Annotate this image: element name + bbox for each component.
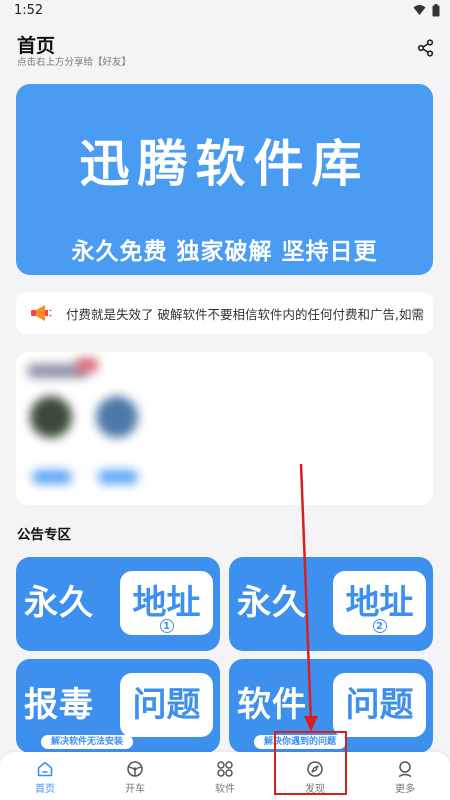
notice-bar[interactable]: 付费就是失效了 破解软件不要相信软件内的任何付费和广告,如需 bbox=[16, 292, 433, 334]
nav-item-software[interactable]: 软件 bbox=[180, 756, 270, 796]
tile-left-word: 软件 bbox=[237, 685, 307, 725]
tile-left-word: 永久 bbox=[237, 583, 307, 623]
tile-left-word: 永久 bbox=[24, 583, 94, 623]
nav-item-drive[interactable]: 开车 bbox=[90, 756, 180, 796]
notice-text: 付费就是失效了 破解软件不要相信软件内的任何付费和广告,如需 bbox=[66, 307, 424, 322]
nav-item-home[interactable]: 首页 bbox=[0, 756, 90, 796]
status-bar: 1:52 bbox=[0, 0, 450, 22]
announcement-tile-virus-issue[interactable]: 报毒 问题 解决软件无法安装 bbox=[16, 659, 220, 753]
banner-title: 迅腾软件库 bbox=[79, 135, 370, 193]
page-subtitle: 点击右上方分享给【好友】 bbox=[17, 57, 132, 68]
megaphone-icon bbox=[31, 305, 52, 321]
share-button[interactable] bbox=[416, 38, 436, 58]
person-icon bbox=[398, 761, 412, 778]
tile-box-word: 地址 bbox=[132, 583, 201, 623]
nav-item-more[interactable]: 更多 bbox=[360, 756, 450, 796]
app-icon-1[interactable] bbox=[30, 396, 72, 438]
home-icon bbox=[37, 761, 53, 777]
tile-number: 2 bbox=[372, 619, 387, 633]
tile-box: 问题 bbox=[120, 673, 213, 737]
app-download-button-2[interactable] bbox=[98, 470, 138, 484]
tile-box-word: 问题 bbox=[132, 685, 201, 725]
tile-left-word: 报毒 bbox=[24, 685, 94, 725]
battery-icon bbox=[432, 4, 440, 17]
tile-box-word: 问题 bbox=[345, 685, 414, 725]
announcement-tile-address-2[interactable]: 永久 地址 2 bbox=[229, 557, 433, 651]
tile-caption: 解决软件无法安装 bbox=[41, 735, 134, 749]
wifi-icon bbox=[413, 5, 426, 15]
tile-box: 地址 2 bbox=[333, 571, 426, 635]
annotation-highlight-box bbox=[274, 731, 347, 795]
nav-label-more: 更多 bbox=[395, 784, 415, 795]
apps-grid-icon bbox=[217, 761, 233, 777]
share-icon bbox=[417, 39, 434, 57]
tile-box: 地址 1 bbox=[120, 571, 213, 635]
status-time: 1:52 bbox=[14, 3, 44, 18]
app-download-button-1[interactable] bbox=[32, 470, 72, 484]
banner-slogan: 永久免费 独家破解 坚持日更 bbox=[71, 239, 378, 265]
announcement-tile-address-1[interactable]: 永久 地址 1 bbox=[16, 557, 220, 651]
tile-box: 问题 bbox=[333, 673, 426, 737]
status-icons bbox=[413, 4, 440, 17]
section-title-announcements: 公告专区 bbox=[17, 527, 71, 543]
tile-number: 1 bbox=[159, 619, 174, 633]
steering-wheel-icon bbox=[127, 761, 143, 777]
nav-label-software: 软件 bbox=[215, 784, 235, 795]
nav-label-drive: 开车 bbox=[125, 784, 145, 795]
tile-box-word: 地址 bbox=[345, 583, 414, 623]
recommended-apps-card[interactable] bbox=[16, 352, 433, 505]
bottom-nav: 首页 开车 软件 发现 更多 bbox=[0, 752, 450, 800]
nav-label-home: 首页 bbox=[35, 784, 55, 795]
card-logo-mark bbox=[76, 358, 98, 372]
app-icon-2[interactable] bbox=[96, 396, 138, 438]
